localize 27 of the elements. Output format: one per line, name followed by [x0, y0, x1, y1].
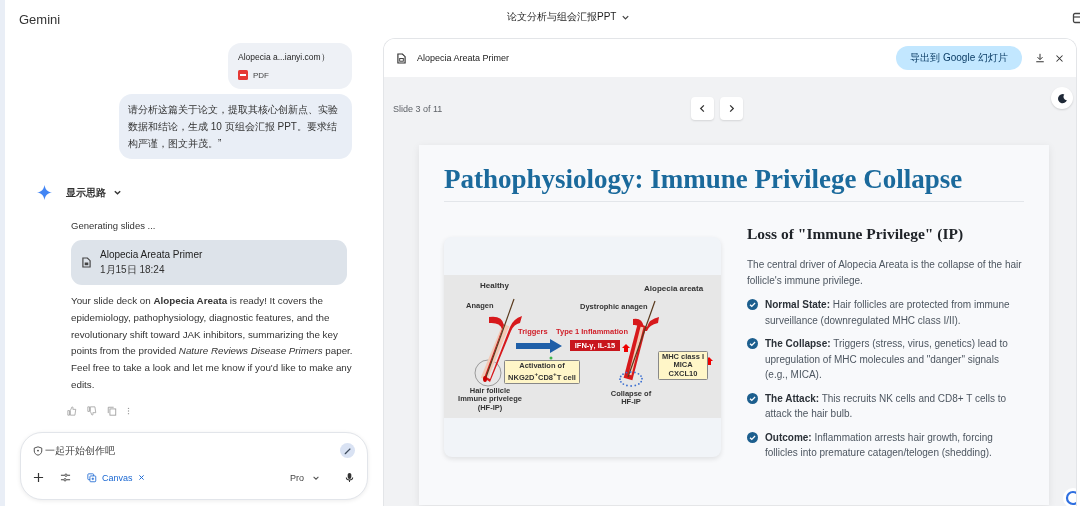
slide-counter: Slide 3 of 11: [393, 104, 443, 114]
bullet-text: Normal State: Hair follicles are protected from immune surveillance (downregulated MHC class I/II).: [765, 298, 1011, 328]
artifact-title: Alopecia Areata Primer: [100, 248, 203, 260]
user-message: 请分析这篇关于论文，提取其核心创新点、实验数据和结论，生成 10 页组会汇报 PPT。要求结构严谨，图文并茂。”: [119, 94, 352, 159]
bullet-text: The Collapse: Triggers (stress, virus, genetics) lead to upregulation of MHC molecules and "danger" signals (e.g., MICA).: [765, 337, 1009, 382]
attachment-bubble[interactable]: Alopecia a...ianyi.com） PDF: [228, 43, 352, 89]
slide-title: Pathophysiology: Immune Privilege Collapse: [444, 163, 964, 196]
slide-heading: Loss of "Immune Privilege" (IP): [747, 225, 965, 243]
artifact-card[interactable]: Alopecia Areata Primer 1月15日 18:24: [71, 240, 347, 285]
figure-label: Healthy: [480, 281, 509, 291]
reply-text: Your slide deck on Alopecia Areata is ready! It covers the epidemiology, pathophysiology, diagnostic features, and the revolutionary shift toward JAK inhibitors, summarizing the key points from the provided Nature Reviews Disease Primers paper. Feel free to take a look and let me know if you'd like to make any edits.: [71, 294, 354, 392]
show-thinking-button[interactable]: 显示思路: [66, 185, 122, 200]
export-button[interactable]: 导出到 Google 幻灯片: [896, 46, 1022, 70]
intro-text: The central driver of Alopecia Areata is the collapse of the hair follicle's immune privilege.: [747, 258, 1023, 288]
conversation-title-button[interactable]: 论文分析与组会汇报PPT: [507, 10, 631, 24]
artifact-date: 1月15日 18:24: [100, 262, 166, 277]
file-type-label: PDF: [253, 70, 269, 80]
model-selector[interactable]: Pro: [290, 472, 320, 483]
status-text: Generating slides ...: [71, 220, 157, 231]
app-name: Gemini: [19, 11, 61, 27]
figure-label: Alopecia areata: [644, 284, 704, 294]
canvas-title: Alopecia Areata Primer: [417, 53, 510, 63]
prompt-input[interactable]: 一起开始创作吧: [45, 445, 338, 456]
attachment-name: Alopecia a...ianyi.com）: [238, 52, 331, 64]
bullet-text: Outcome: Inflammation arrests hair growth, forcing follicles into premature catagen/telogen (shedding).: [765, 430, 994, 460]
bullet-text: The Attack: This recruits NK cells and CD8+ T cells to attack the hair bulb.: [765, 391, 1008, 421]
canvas-tool-chip[interactable]: Canvas: [87, 472, 145, 483]
